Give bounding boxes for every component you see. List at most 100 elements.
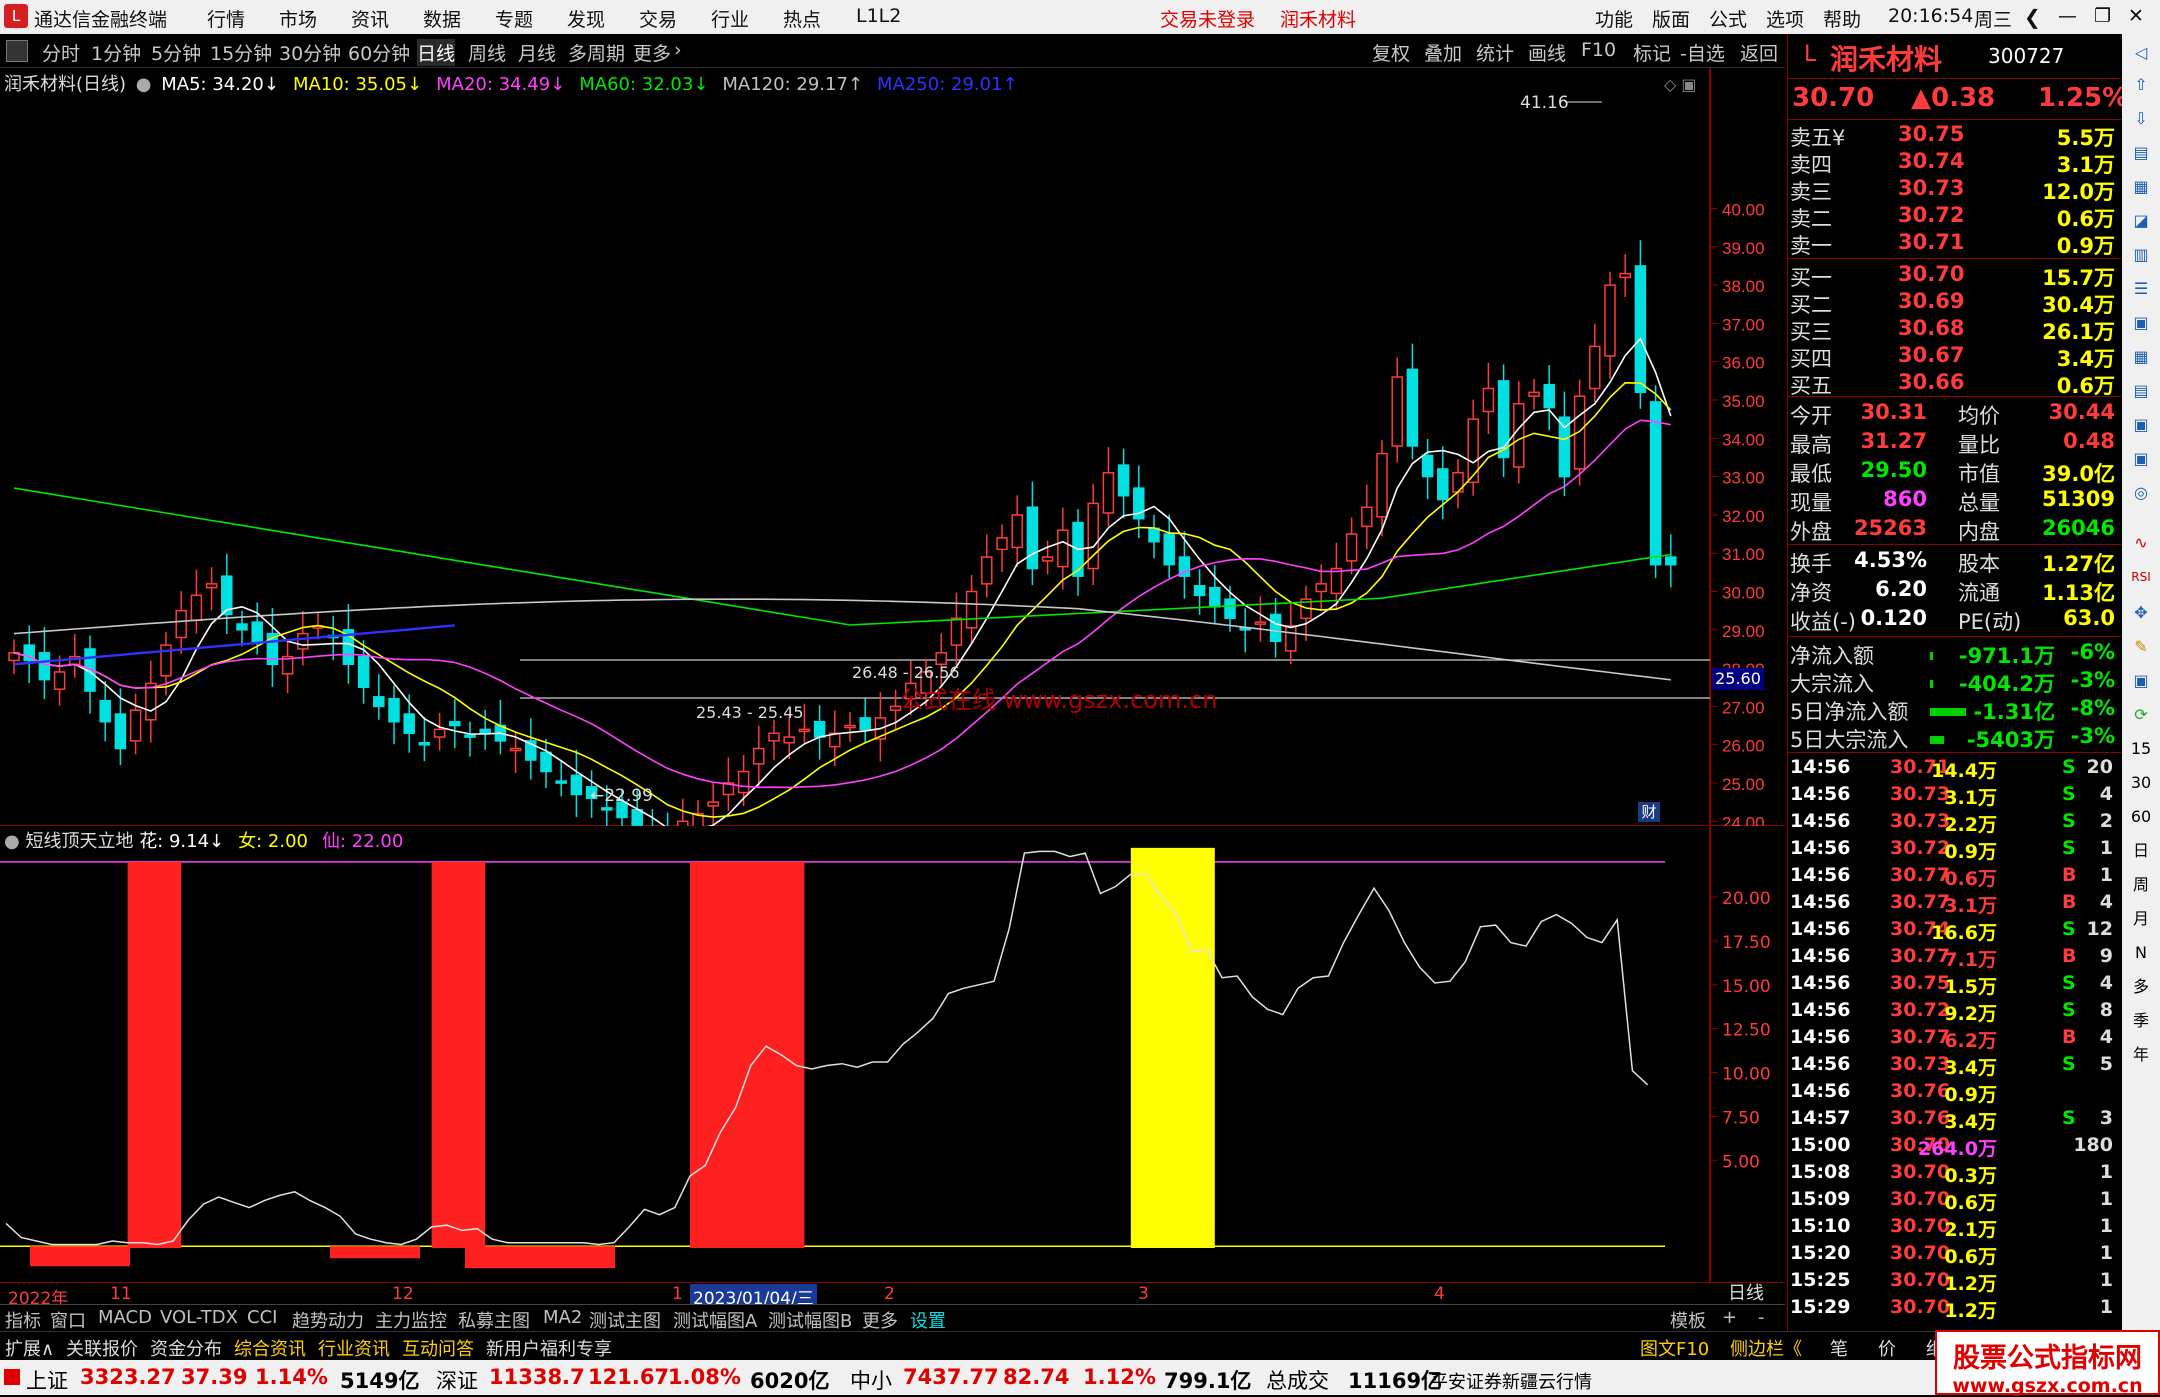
period-month[interactable]: 月线 <box>518 39 556 66</box>
sidebar-n-label[interactable]: N <box>2128 940 2154 966</box>
sidebar-month-label[interactable]: 月 <box>2128 906 2154 932</box>
sidebar-week-label[interactable]: 周 <box>2128 872 2154 898</box>
status-sz-name[interactable]: 深证 <box>436 1365 478 1395</box>
sidebar-15-label[interactable]: 15 <box>2128 736 2154 762</box>
tool-stats[interactable]: 统计 <box>1476 39 1514 66</box>
tool-mark[interactable]: 标记 <box>1633 39 1671 66</box>
tab-vol-tdx[interactable]: VOL-TDX <box>160 1307 238 1328</box>
tool-draw[interactable]: 画线 <box>1528 39 1566 66</box>
tab-trend-power[interactable]: 趋势动力 <box>292 1307 364 1333</box>
tab-zoom-in[interactable]: + <box>1722 1307 1737 1328</box>
sidebar-30-label[interactable]: 30 <box>2128 770 2154 796</box>
ext-fund-distribution[interactable]: 资金分布 <box>150 1335 222 1361</box>
sidebar-60-label[interactable]: 60 <box>2128 804 2154 830</box>
menu-data[interactable]: 数据 <box>423 5 461 32</box>
tool-overlay[interactable]: 叠加 <box>1424 39 1462 66</box>
sidebar-pen-icon[interactable]: ✎ <box>2128 634 2154 660</box>
period-multi[interactable]: 多周期 <box>568 39 625 66</box>
menu-hot[interactable]: 热点 <box>783 5 821 32</box>
sidebar-multi-label[interactable]: 多 <box>2128 974 2154 1000</box>
menu-trade[interactable]: 交易 <box>639 5 677 32</box>
ext-qa[interactable]: 互动问答 <box>402 1335 474 1361</box>
sidebar-fs-icon[interactable]: ▣ <box>2128 668 2154 694</box>
sidebar-f2-icon[interactable]: ▣ <box>2128 412 2154 438</box>
ext-expand[interactable]: 扩展∧ <box>5 1335 54 1361</box>
ext-sidebar-toggle[interactable]: 侧边栏《 <box>1730 1335 1802 1361</box>
ext-general-news[interactable]: 综合资讯 <box>234 1335 306 1361</box>
sidebar-f10-icon[interactable]: ▣ <box>2128 310 2154 336</box>
tool-back[interactable]: 返回 <box>1740 39 1778 66</box>
sidebar-move-icon[interactable]: ✥ <box>2128 600 2154 626</box>
sidebar-doc-icon[interactable]: ▤ <box>2128 378 2154 404</box>
sidebar-f5-icon[interactable]: ▣ <box>2128 446 2154 472</box>
sidebar-ring-icon[interactable]: ◎ <box>2128 480 2154 506</box>
status-sh-name[interactable]: 上证 <box>26 1365 68 1395</box>
tab-test-sub-a[interactable]: 测试幅图A <box>673 1307 757 1333</box>
period-more[interactable]: 更多 <box>633 39 671 66</box>
restore-icon[interactable]: ❐ <box>2094 5 2111 27</box>
period-5min[interactable]: 5分钟 <box>151 39 201 66</box>
ext-pen[interactable]: 笔 <box>1830 1335 1848 1361</box>
period-week[interactable]: 周线 <box>468 39 506 66</box>
tab-template[interactable]: 模板 <box>1670 1307 1706 1333</box>
sidebar-up-icon[interactable]: ⇧ <box>2128 72 2154 98</box>
tab-macd[interactable]: MACD <box>98 1307 152 1328</box>
tab-private-main[interactable]: 私募主图 <box>458 1307 530 1333</box>
sidebar-wave-icon[interactable]: ∿ <box>2128 530 2154 556</box>
sidebar-day-label[interactable]: 日 <box>2128 838 2154 864</box>
sidebar-report-icon[interactable]: ▤ <box>2128 140 2154 166</box>
tab-test-main[interactable]: 测试主图 <box>589 1307 661 1333</box>
sidebar-toggle-icon[interactable] <box>6 40 28 62</box>
close-icon[interactable]: ✕ <box>2128 5 2144 27</box>
sidebar-refresh-icon[interactable]: ⟳ <box>2128 702 2154 728</box>
ext-related-quote[interactable]: 关联报价 <box>66 1335 138 1361</box>
sidebar-season-label[interactable]: 季 <box>2128 1008 2154 1034</box>
tab-indicator[interactable]: 指标 <box>5 1307 41 1333</box>
kline-main-chart[interactable]: 润禾材料(日线) ● MA5: 34.20↓ MA10: 35.05↓ MA20: … <box>0 68 1785 826</box>
tab-ma2[interactable]: MA2 <box>543 1307 582 1328</box>
menu-layout[interactable]: 版面 <box>1652 5 1690 32</box>
sidebar-grid-icon[interactable]: ▦ <box>2128 344 2154 370</box>
menu-options[interactable]: 选项 <box>1766 5 1804 32</box>
sidebar-kline-icon[interactable]: ▥ <box>2128 242 2154 268</box>
more-chevron-icon[interactable]: › <box>674 39 682 61</box>
indicator-subchart[interactable]: ● 短线顶天立地 花: 9.14↓ 女: 2.00 仙: 22.00 20.00 17… <box>0 826 1785 1282</box>
ext-price[interactable]: 价 <box>1878 1335 1896 1361</box>
tool-fuquan[interactable]: 复权 <box>1372 39 1410 66</box>
ext-industry-news[interactable]: 行业资讯 <box>318 1335 390 1361</box>
sidebar-rsi-label[interactable]: RSI <box>2128 564 2154 590</box>
sidebar-down-icon[interactable]: ⇩ <box>2128 106 2154 132</box>
period-15min[interactable]: 15分钟 <box>210 39 272 66</box>
menu-industry[interactable]: 行业 <box>711 5 749 32</box>
tab-main-monitor[interactable]: 主力监控 <box>375 1307 447 1333</box>
finance-badge[interactable]: 财 <box>1638 802 1660 822</box>
menu-discover[interactable]: 发现 <box>567 5 605 32</box>
tab-more[interactable]: 更多 <box>862 1307 898 1333</box>
menu-market[interactable]: 市场 <box>279 5 317 32</box>
tab-settings[interactable]: 设置 <box>910 1307 946 1333</box>
ext-new-user-welfare[interactable]: 新用户福利专享 <box>486 1335 612 1361</box>
login-status[interactable]: 交易未登录 <box>1160 5 1255 32</box>
back-arrow-icon[interactable]: ❮ <box>2024 5 2041 29</box>
tab-zoom-out[interactable]: - <box>1758 1307 1765 1328</box>
status-zx-name[interactable]: 中小 <box>850 1365 892 1395</box>
sidebar-chart-icon[interactable]: ◪ <box>2128 208 2154 234</box>
minimize-icon[interactable]: — <box>2058 5 2077 27</box>
tool-f10[interactable]: F10 <box>1581 39 1616 61</box>
menu-function[interactable]: 功能 <box>1595 5 1633 32</box>
tab-test-sub-b[interactable]: 测试幅图B <box>768 1307 852 1333</box>
sidebar-list-icon[interactable]: ☰ <box>2128 276 2154 302</box>
tool-favorite[interactable]: -自选 <box>1680 39 1725 66</box>
sidebar-year-label[interactable]: 年 <box>2128 1042 2154 1068</box>
tab-window[interactable]: 窗口 <box>50 1307 86 1333</box>
menu-l1l2[interactable]: L1L2 <box>856 5 901 27</box>
period-30min[interactable]: 30分钟 <box>279 39 341 66</box>
sidebar-nav-left-icon[interactable]: ◁ <box>2128 40 2154 66</box>
sidebar-table-icon[interactable]: ▦ <box>2128 174 2154 200</box>
period-1min[interactable]: 1分钟 <box>91 39 141 66</box>
menu-news[interactable]: 资讯 <box>351 5 389 32</box>
period-day[interactable]: 日线 <box>417 39 456 66</box>
menu-topic[interactable]: 专题 <box>495 5 533 32</box>
menu-help[interactable]: 帮助 <box>1823 5 1861 32</box>
menu-hq[interactable]: 行情 <box>207 5 245 32</box>
